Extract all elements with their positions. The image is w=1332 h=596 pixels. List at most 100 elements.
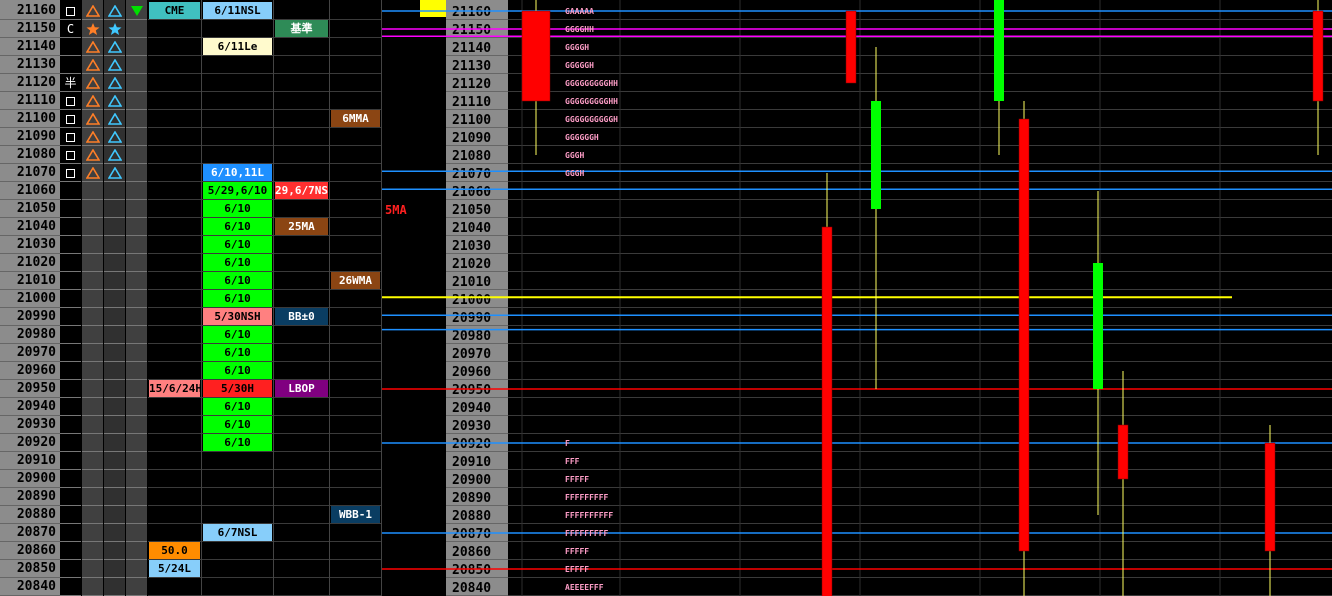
grid-cell <box>274 344 329 362</box>
price-label: 21130 <box>0 56 60 74</box>
grid-cell <box>126 146 147 164</box>
grid-cell <box>126 434 147 452</box>
level-label: 6/10 <box>203 416 272 433</box>
triangle-blue-icon <box>104 146 125 164</box>
grid-cell <box>330 254 381 272</box>
grid-cell <box>126 272 147 290</box>
y-tick-label: 20990 <box>452 311 491 326</box>
status-char: C <box>66 22 75 36</box>
profile-letters: GGGGGGGGGHH <box>565 97 618 106</box>
grid-cell <box>202 20 273 38</box>
level-label: 5/24L <box>149 560 200 577</box>
grid-cell <box>60 506 81 524</box>
grid-cell <box>60 56 81 74</box>
profile-letters: GGGGGGGGGHH <box>565 79 618 88</box>
grid-cell <box>82 434 103 452</box>
grid-cell <box>274 128 329 146</box>
grid-cell <box>148 164 201 182</box>
price-label: 20870 <box>0 524 60 542</box>
candle-body <box>1018 118 1030 552</box>
grid-cell <box>330 524 381 542</box>
profile-letters: FFFFFFFFF <box>565 493 609 502</box>
grid-cell <box>202 452 273 470</box>
y-tick-label: 20850 <box>452 563 491 578</box>
grid-cell <box>60 578 81 596</box>
price-label: 20910 <box>0 452 60 470</box>
level-label: 50.0 <box>149 542 200 559</box>
y-tick-label: 21030 <box>452 239 491 254</box>
y-tick-label: 21090 <box>452 131 491 146</box>
grid-cell <box>60 182 81 200</box>
grid-cell <box>148 74 201 92</box>
grid-cell <box>82 326 103 344</box>
grid-cell <box>82 290 103 308</box>
grid-cell <box>202 542 273 560</box>
triangle-orange-icon <box>82 2 103 20</box>
grid-cell <box>202 488 273 506</box>
price-label: 21070 <box>0 164 60 182</box>
grid-cell <box>274 542 329 560</box>
candle-body <box>821 226 833 596</box>
profile-letters: GGGGGGH <box>565 133 599 142</box>
grid-cell <box>60 452 81 470</box>
profile-letters: GGGGGGGGGGH <box>565 115 618 124</box>
grid-cell <box>148 308 201 326</box>
grid-cell <box>148 344 201 362</box>
grid-cell <box>330 344 381 362</box>
grid-cell <box>148 56 201 74</box>
grid-cell <box>126 398 147 416</box>
triangle-orange-icon <box>82 128 103 146</box>
label-column <box>274 0 330 596</box>
level-label: 6/10,11L <box>203 164 272 181</box>
grid-cell <box>104 506 125 524</box>
y-tick-label: 20910 <box>452 455 491 470</box>
price-label: 20840 <box>0 578 60 596</box>
label-column <box>148 0 202 596</box>
grid-cell <box>148 470 201 488</box>
triangle-orange-icon <box>82 92 103 110</box>
grid-cell <box>60 470 81 488</box>
grid-cell <box>104 218 125 236</box>
grid-cell <box>126 380 147 398</box>
grid-cell <box>82 452 103 470</box>
grid-cell <box>202 578 273 596</box>
grid-cell <box>104 380 125 398</box>
level-label: 6/11NSL <box>203 2 272 19</box>
grid-cell <box>330 128 381 146</box>
grid-cell <box>60 560 81 578</box>
grid-cell <box>274 200 329 218</box>
y-tick-label: 21020 <box>452 257 491 272</box>
level-label: 6/10 <box>203 290 272 307</box>
price-ladder-left: 21160 21150 21140 21130 21120 21110 21100 21090… <box>0 0 60 596</box>
triangle-orange-icon <box>82 74 103 92</box>
price-label: 20960 <box>0 362 60 380</box>
triangle-blue-icon <box>104 164 125 182</box>
signal-icon-columns: C半 <box>60 0 148 596</box>
grid-cell <box>60 308 81 326</box>
candle-body <box>994 0 1004 101</box>
grid-cell <box>274 290 329 308</box>
grid-cell <box>330 542 381 560</box>
profile-letters: GGGGH <box>565 43 589 52</box>
candle-body <box>521 10 551 102</box>
current-price-marker <box>420 0 446 17</box>
grid-cell <box>148 326 201 344</box>
grid-cell <box>104 200 125 218</box>
grid-cell <box>330 290 381 308</box>
profile-letters: GAAAAA <box>565 7 594 16</box>
profile-letters: GGGH <box>565 169 584 178</box>
grid-cell <box>126 506 147 524</box>
triangle-blue-icon <box>104 74 125 92</box>
level-label: CME <box>149 2 200 19</box>
y-tick-label: 20840 <box>452 581 491 596</box>
profile-letters: FFFFF <box>565 475 589 484</box>
level-label: BB±0 <box>275 308 328 325</box>
profile-letters: F <box>565 439 570 448</box>
price-label: 20860 <box>0 542 60 560</box>
grid-cell <box>274 74 329 92</box>
price-label: 21140 <box>0 38 60 56</box>
grid-cell <box>126 254 147 272</box>
grid-cell <box>330 326 381 344</box>
y-tick-label: 20890 <box>452 491 491 506</box>
level-label: 6/7NSL <box>203 524 272 541</box>
